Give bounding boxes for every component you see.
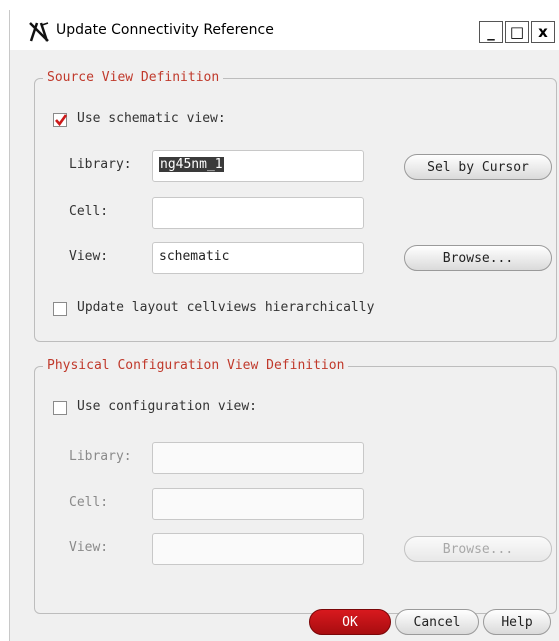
checkmark-icon [55,114,68,127]
ok-label: OK [342,614,358,630]
cancel-label: Cancel [413,614,461,630]
minimize-icon: _ [487,23,495,41]
config-view-label: View: [69,540,109,555]
use-schematic-checkbox[interactable] [53,113,68,127]
help-label: Help [501,614,533,630]
window-title: Update Connectivity Reference [56,22,274,38]
cell-label: Cell: [69,204,109,219]
sel-by-cursor-label: Sel by Cursor [427,159,529,175]
ok-button[interactable]: OK [309,609,391,635]
dialog-window: Update Connectivity Reference _ □ x Sour… [9,10,559,641]
browse-button[interactable]: Browse... [404,245,552,271]
minimize-button[interactable]: _ [479,21,503,43]
use-config-label: Use configuration view: [77,399,258,414]
view-value: schematic [159,249,230,264]
sel-by-cursor-button[interactable]: Sel by Cursor [404,154,552,180]
x-window-icon [29,22,49,42]
maximize-icon: □ [509,23,525,41]
view-input[interactable]: schematic [152,242,364,274]
cell-input[interactable] [152,197,364,229]
config-browse-label: Browse... [442,541,514,557]
config-view-input[interactable] [152,533,364,565]
close-button[interactable]: x [531,21,555,43]
help-button[interactable]: Help [483,609,551,635]
title-bar[interactable]: Update Connectivity Reference _ □ x [10,10,559,50]
config-cell-input[interactable] [152,488,364,520]
source-view-legend: Source View Definition [43,69,224,87]
config-library-label: Library: [69,449,132,464]
use-schematic-label: Use schematic view: [77,111,226,126]
hierarchical-label: Update layout cellviews hierarchically [77,300,375,315]
hierarchical-checkbox[interactable] [53,302,67,316]
config-browse-button[interactable]: Browse... [404,536,552,562]
view-label: View: [69,249,109,264]
physical-config-group: Physical Configuration View Definition U… [34,357,557,614]
library-value: ng45nm_1 [159,157,224,172]
source-view-group: Source View Definition Use schematic vie… [34,69,557,342]
library-input[interactable]: ng45nm_1 [152,150,364,182]
cancel-button[interactable]: Cancel [395,609,479,635]
browse-label: Browse... [442,250,514,266]
close-icon: x [538,23,548,41]
config-library-input[interactable] [152,442,364,474]
config-cell-label: Cell: [69,495,109,510]
library-label: Library: [69,157,132,172]
maximize-button[interactable]: □ [505,21,529,43]
use-config-checkbox[interactable] [53,401,67,415]
physical-config-legend: Physical Configuration View Definition [43,357,349,375]
